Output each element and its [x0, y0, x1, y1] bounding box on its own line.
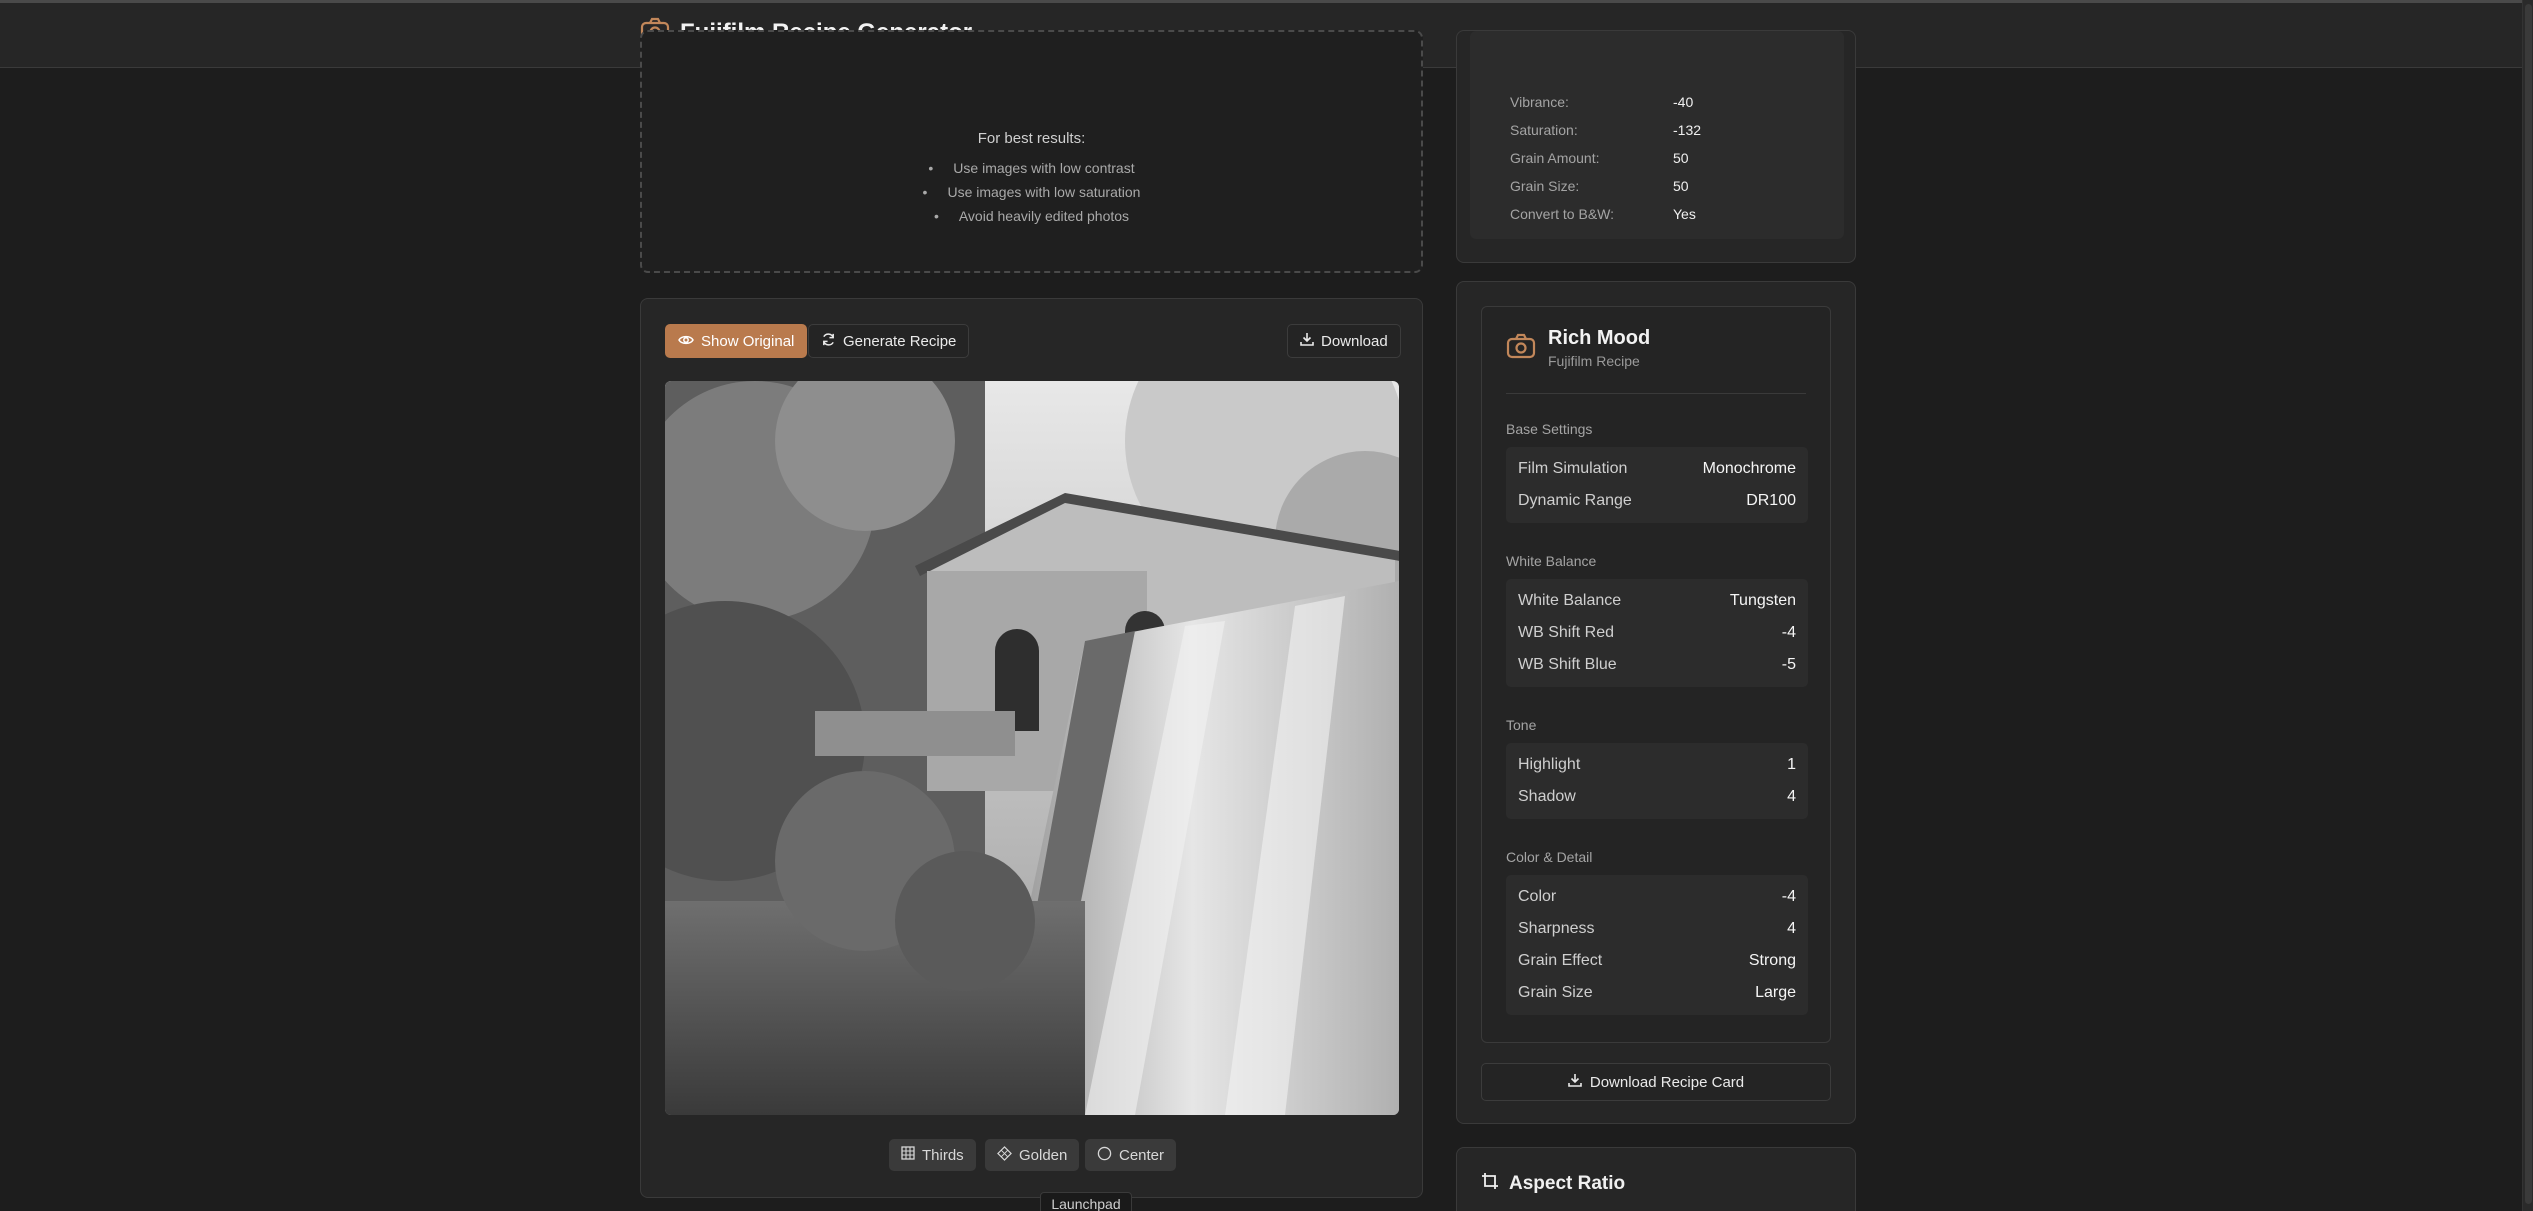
row-key: WB Shift Blue	[1518, 656, 1617, 673]
color-detail-box: Color -4 Sharpness 4 Grain Effect Strong Gr…	[1506, 875, 1808, 1015]
show-original-label: Show Original	[701, 332, 795, 350]
row-value: Tungsten	[1729, 592, 1796, 609]
download-label: Download	[1321, 332, 1388, 350]
golden-ratio-icon	[997, 1145, 1012, 1165]
section-tone: Tone	[1506, 717, 1537, 733]
download-icon	[1300, 332, 1314, 350]
grid-thirds-label: Thirds	[922, 1146, 964, 1164]
row-key: Film Simulation	[1518, 460, 1628, 477]
settings-summary: Vibrance: -40 Saturation: -132 Grain Amo…	[1470, 31, 1844, 239]
base-settings-box: Film Simulation Monochrome Dynamic Range D…	[1506, 447, 1808, 523]
row-value: 4	[1787, 920, 1796, 937]
camera-icon	[1506, 333, 1536, 364]
row-value: DR100	[1746, 492, 1796, 509]
download-button[interactable]: Download	[1287, 324, 1401, 358]
recipe-row: Dynamic Range DR100	[1518, 485, 1796, 517]
recipe-row: Grain Effect Strong	[1518, 945, 1796, 977]
tip-item: Use images with low contrast	[642, 156, 1421, 180]
row-key: WB Shift Red	[1518, 624, 1615, 641]
grid-golden-button[interactable]: Golden	[985, 1139, 1080, 1171]
setting-value: 50	[1673, 150, 1689, 166]
row-value: 4	[1787, 788, 1796, 805]
row-value: -4	[1781, 888, 1796, 905]
row-key: Grain Size	[1518, 984, 1593, 1001]
recipe-card: Rich Mood Fujifilm Recipe Base Settings …	[1481, 306, 1831, 1043]
section-base-settings: Base Settings	[1506, 421, 1593, 437]
section-white-balance: White Balance	[1506, 553, 1597, 569]
recipe-panel: Rich Mood Fujifilm Recipe Base Settings …	[1456, 281, 1856, 1124]
grid-icon	[901, 1146, 915, 1164]
upload-dropzone[interactable]: For best results: Use images with low co…	[640, 30, 1423, 273]
tone-box: Highlight 1 Shadow 4	[1506, 743, 1808, 819]
recipe-header: Rich Mood Fujifilm Recipe	[1506, 327, 1650, 369]
show-original-button[interactable]: Show Original	[665, 324, 808, 358]
row-key: Dynamic Range	[1518, 492, 1632, 509]
aspect-ratio-header[interactable]: Aspect Ratio	[1481, 1172, 1625, 1196]
grid-thirds-button[interactable]: Thirds	[889, 1139, 976, 1171]
setting-value: -40	[1673, 94, 1694, 110]
divider	[1506, 393, 1806, 394]
aspect-ratio-panel: Aspect Ratio	[1456, 1147, 1856, 1211]
download-icon	[1568, 1073, 1582, 1091]
tips-list: Use images with low contrast Use images …	[642, 156, 1421, 228]
circle-icon	[1097, 1146, 1112, 1165]
setting-label: Grain Size:	[1510, 178, 1580, 194]
recipe-row: Grain Size Large	[1518, 977, 1796, 1009]
scrollbar-thumb[interactable]	[2525, 4, 2532, 1204]
recipe-row: Highlight 1	[1518, 749, 1796, 781]
setting-label: Convert to B&W:	[1510, 206, 1615, 222]
recipe-subtitle: Fujifilm Recipe	[1548, 353, 1640, 369]
crop-icon	[1481, 1172, 1499, 1196]
generate-recipe-button[interactable]: Generate Recipe	[808, 324, 970, 358]
row-key: Sharpness	[1518, 920, 1595, 937]
preview-image[interactable]	[665, 381, 1399, 1115]
row-key: Highlight	[1518, 756, 1581, 773]
recipe-row: WB Shift Red -4	[1518, 617, 1796, 649]
row-value: Monochrome	[1702, 460, 1796, 477]
row-value: -5	[1781, 656, 1796, 673]
row-key: Grain Effect	[1518, 952, 1603, 969]
tip-item: Avoid heavily edited photos	[642, 204, 1421, 228]
download-recipe-card-button[interactable]: Download Recipe Card	[1481, 1063, 1831, 1101]
recipe-row: Sharpness 4	[1518, 913, 1796, 945]
setting-value: Yes	[1673, 206, 1696, 222]
recipe-name: Rich Mood	[1548, 327, 1651, 349]
row-value: -4	[1781, 624, 1796, 641]
grid-center-button[interactable]: Center	[1085, 1139, 1177, 1171]
tip-item: Use images with low saturation	[642, 180, 1421, 204]
section-color-detail: Color & Detail	[1506, 849, 1593, 865]
download-recipe-card-label: Download Recipe Card	[1589, 1073, 1745, 1091]
editor-panel: Show Original Generate Recipe Download T…	[640, 298, 1423, 1198]
setting-label: Grain Amount:	[1510, 150, 1600, 166]
row-key: Shadow	[1518, 788, 1576, 805]
row-value: 1	[1787, 756, 1796, 773]
recipe-row: White Balance Tungsten	[1518, 585, 1796, 617]
grid-golden-label: Golden	[1019, 1146, 1068, 1164]
tips-title: For best results:	[977, 130, 1086, 147]
dock-tooltip: Launchpad	[1040, 1192, 1132, 1211]
row-value: Strong	[1748, 952, 1796, 969]
recipe-row: Film Simulation Monochrome	[1518, 453, 1796, 485]
eye-icon	[678, 333, 694, 350]
row-key: Color	[1518, 888, 1557, 905]
recipe-row: WB Shift Blue -5	[1518, 649, 1796, 681]
grid-center-label: Center	[1119, 1146, 1165, 1164]
adjustment-settings-panel: Vibrance: -40 Saturation: -132 Grain Amo…	[1456, 30, 1856, 263]
generate-recipe-label: Generate Recipe	[843, 332, 957, 350]
recipe-row: Shadow 4	[1518, 781, 1796, 813]
page-scrollbar[interactable]	[2522, 0, 2533, 1211]
white-balance-box: White Balance Tungsten WB Shift Red -4 WB …	[1506, 579, 1808, 687]
aspect-ratio-title: Aspect Ratio	[1509, 1173, 1626, 1194]
setting-label: Saturation:	[1510, 122, 1578, 138]
setting-label: Vibrance:	[1510, 94, 1569, 110]
setting-value: 50	[1673, 178, 1689, 194]
row-key: White Balance	[1518, 592, 1622, 609]
refresh-icon	[821, 332, 836, 351]
recipe-row: Color -4	[1518, 881, 1796, 913]
row-value: Large	[1755, 984, 1796, 1001]
setting-value: -132	[1673, 122, 1702, 138]
